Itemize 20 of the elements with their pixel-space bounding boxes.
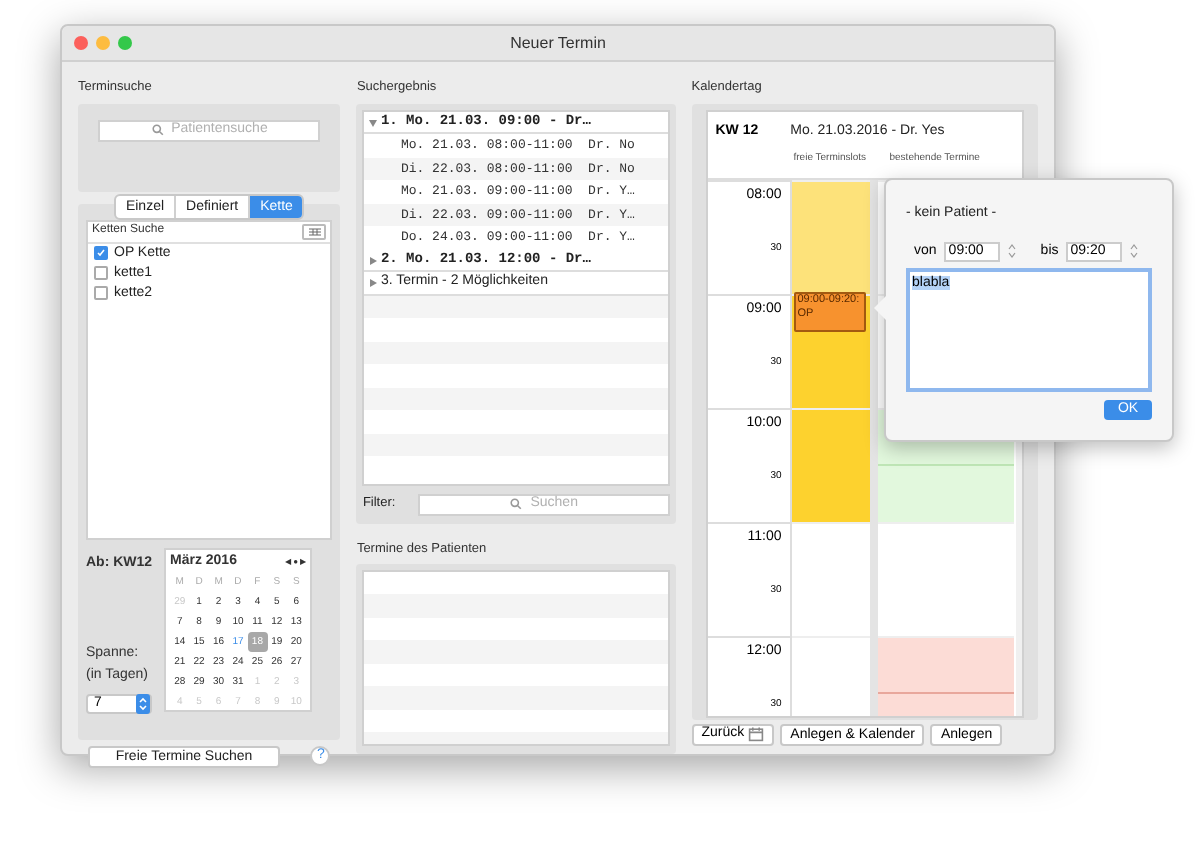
free-slot[interactable]	[791, 236, 870, 294]
stepper-icon[interactable]	[1130, 242, 1139, 261]
collapsed-triangle-icon[interactable]	[368, 255, 379, 265]
search-icon	[151, 124, 164, 137]
checkbox[interactable]	[94, 286, 108, 301]
clear-button[interactable]	[302, 223, 327, 240]
window-title: Neuer Termin	[510, 31, 606, 55]
checkbox[interactable]	[94, 246, 108, 261]
expanded-triangle-icon[interactable]	[368, 117, 379, 127]
calendar-icon	[748, 726, 765, 743]
stepper-icon	[136, 694, 150, 715]
existing-appointment[interactable]	[877, 464, 1014, 522]
collapsed-triangle-icon[interactable]	[368, 278, 379, 288]
checkbox[interactable]	[94, 266, 108, 281]
stepper-icon[interactable]	[1008, 242, 1017, 261]
minimize-icon[interactable]	[96, 36, 110, 50]
grid-icon	[307, 227, 322, 236]
maximize-icon[interactable]	[118, 36, 132, 50]
close-icon[interactable]	[74, 36, 88, 50]
search-icon	[510, 498, 523, 511]
